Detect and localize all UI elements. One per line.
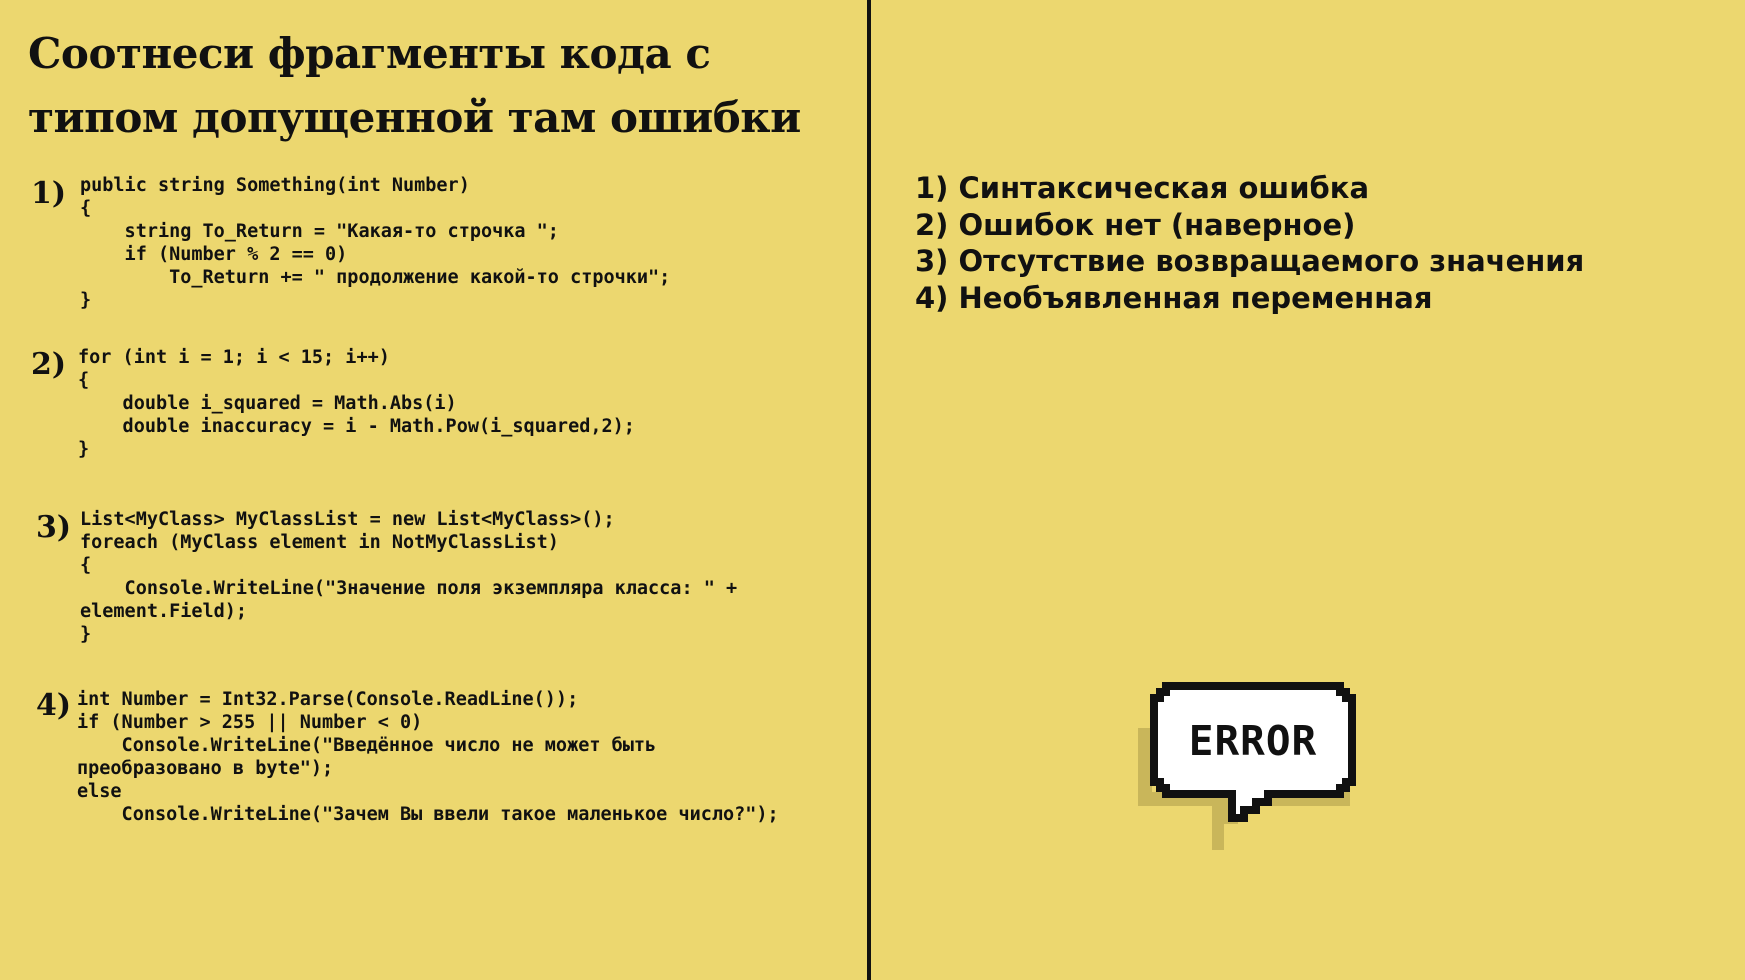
code-snippet-2: for (int i = 1; i < 15; i++) { double i_…	[78, 347, 635, 460]
snippet-2-number: 2)	[31, 347, 67, 382]
error-type-item: 1) Синтаксическая ошибка	[915, 171, 1370, 205]
snippet-4-number: 4)	[36, 688, 72, 723]
error-type-item: 2) Ошибок нет (наверное)	[915, 207, 1356, 242]
snippet-1-number: 1)	[31, 176, 67, 211]
code-snippet-1: public string Something(int Number) { st…	[80, 175, 671, 311]
snippet-3-number: 3)	[36, 510, 72, 545]
error-type-item: 3) Отсутствие возвращаемого значения	[915, 244, 1585, 278]
page-title: Соотнеси фрагменты кода с типом допущенн…	[28, 29, 801, 142]
bubble-text: ERROR	[1189, 717, 1317, 765]
error-type-list: 1) Синтаксическая ошибка 2) Ошибок нет (…	[915, 170, 1584, 316]
vertical-divider	[867, 0, 871, 980]
code-snippet-3: List<MyClass> MyClassList = new List<MyC…	[80, 509, 738, 645]
error-type-item: 4) Необъявленная переменная	[915, 280, 1433, 315]
code-snippet-4: int Number = Int32.Parse(Console.ReadLin…	[77, 689, 779, 825]
error-speech-bubble-icon: ERROR	[1138, 682, 1356, 850]
